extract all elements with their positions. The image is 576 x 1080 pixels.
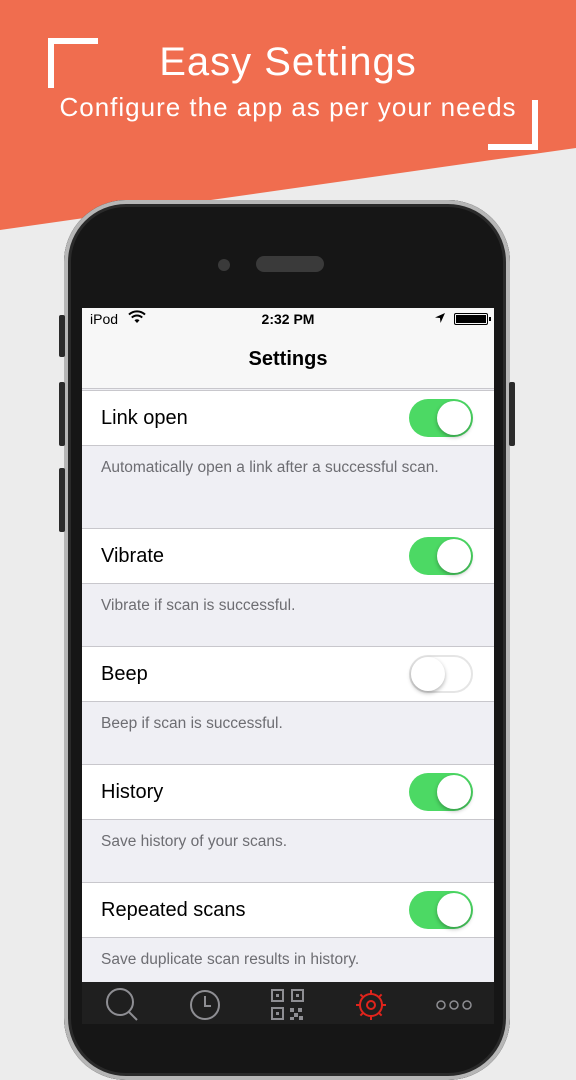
setting-description: Automatically open a link after a succes… xyxy=(101,459,439,476)
status-bar: iPod 2:32 PM xyxy=(82,308,494,330)
settings-cell: Link open xyxy=(82,390,494,446)
more-icon xyxy=(436,1000,472,1010)
toggle-knob xyxy=(437,539,471,573)
setting-vibrate: Vibrate Vibrate if scan is successful. xyxy=(82,528,494,646)
tab-search[interactable] xyxy=(102,986,142,1022)
search-icon xyxy=(106,988,138,1021)
mute-switch xyxy=(59,315,65,357)
tab-scan[interactable] xyxy=(268,986,308,1022)
setting-description: Vibrate if scan is successful. xyxy=(101,597,296,614)
promo-subtitle: Configure the app as per your needs xyxy=(59,92,517,122)
settings-cell: Beep xyxy=(82,646,494,702)
toggle-knob xyxy=(437,401,471,435)
setting-label: History xyxy=(101,781,164,803)
earpiece-speaker xyxy=(256,256,324,272)
toggle-knob xyxy=(411,657,445,691)
navigation-bar: Settings xyxy=(82,330,494,389)
volume-up-button xyxy=(59,382,65,446)
page-title: Settings xyxy=(248,348,328,370)
gear-icon xyxy=(356,990,386,1020)
setting-description: Beep if scan is successful. xyxy=(101,715,283,732)
toggle-knob xyxy=(437,893,471,927)
vibrate-toggle[interactable] xyxy=(409,537,473,575)
setting-description: Save history of your scans. xyxy=(101,833,288,850)
setting-history: History Save history of your scans. xyxy=(82,764,494,882)
toggle-knob xyxy=(437,775,471,809)
settings-cell: History xyxy=(82,764,494,820)
setting-repeated-scans: Repeated scans Save duplicate scan resul… xyxy=(82,882,494,982)
beep-toggle[interactable] xyxy=(409,655,473,693)
link-open-toggle[interactable] xyxy=(409,399,473,437)
settings-cell: Vibrate xyxy=(82,528,494,584)
setting-label: Repeated scans xyxy=(101,899,246,921)
front-camera xyxy=(218,259,230,271)
tab-bar xyxy=(82,982,494,1024)
status-time: 2:32 PM xyxy=(261,311,315,327)
tab-history[interactable] xyxy=(185,986,225,1022)
setting-beep: Beep Beep if scan is successful. xyxy=(82,646,494,764)
setting-description: Save duplicate scan results in history. xyxy=(101,951,360,968)
promo-title: Easy Settings xyxy=(159,40,417,84)
repeated-scans-toggle[interactable] xyxy=(409,891,473,929)
history-toggle[interactable] xyxy=(409,773,473,811)
battery-icon xyxy=(454,313,491,325)
tab-more[interactable] xyxy=(434,986,474,1022)
volume-down-button xyxy=(59,468,65,532)
setting-label: Beep xyxy=(101,663,148,685)
setting-label: Link open xyxy=(101,407,188,429)
setting-link-open: Link open Automatically open a link afte… xyxy=(82,390,494,528)
location-arrow-icon xyxy=(435,313,445,323)
setting-label: Vibrate xyxy=(101,545,165,567)
qr-code-icon xyxy=(271,989,304,1020)
settings-cell: Repeated scans xyxy=(82,882,494,938)
clock-icon xyxy=(190,990,220,1020)
power-button xyxy=(509,382,515,446)
tab-settings[interactable] xyxy=(351,986,391,1022)
phone-screen: iPod 2:32 PM Settings Link open Automati… xyxy=(82,308,494,1024)
